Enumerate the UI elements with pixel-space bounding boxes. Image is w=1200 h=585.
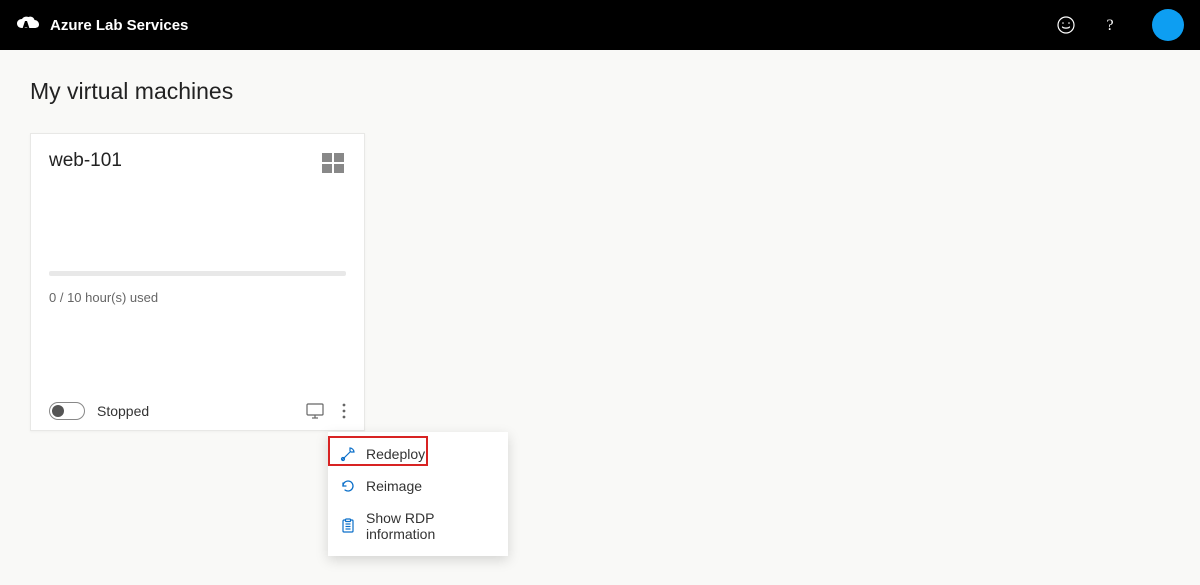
usage-text: 0 / 10 hour(s) used bbox=[49, 290, 346, 305]
feedback-icon[interactable] bbox=[1056, 15, 1076, 35]
menu-item-rdp-info[interactable]: Show RDP information bbox=[328, 502, 508, 550]
top-bar: Azure Lab Services ? bbox=[0, 0, 1200, 50]
brand: Azure Lab Services bbox=[16, 16, 188, 34]
usage-progress-bar bbox=[49, 271, 346, 276]
vm-card: web-101 0 / 10 hour(s) used Stopped bbox=[30, 133, 365, 431]
menu-item-redeploy[interactable]: Redeploy bbox=[328, 438, 508, 470]
clipboard-icon bbox=[340, 518, 356, 534]
azure-cloud-icon bbox=[16, 16, 40, 34]
power-toggle[interactable] bbox=[49, 402, 85, 420]
connect-icon[interactable] bbox=[306, 403, 324, 419]
windows-icon bbox=[320, 150, 346, 181]
vm-card-header: web-101 bbox=[49, 150, 346, 181]
menu-item-label: Redeploy bbox=[366, 446, 425, 462]
more-options-icon[interactable] bbox=[342, 403, 346, 419]
menu-item-label: Show RDP information bbox=[366, 510, 496, 542]
wrench-icon bbox=[340, 446, 356, 462]
vm-card-footer: Stopped bbox=[49, 394, 346, 420]
help-icon[interactable]: ? bbox=[1100, 15, 1120, 35]
menu-item-reimage[interactable]: Reimage bbox=[328, 470, 508, 502]
page-content: My virtual machines web-101 0 / 10 hour(… bbox=[0, 50, 1200, 459]
topbar-actions: ? bbox=[1056, 9, 1184, 41]
refresh-icon bbox=[340, 478, 356, 494]
vm-name: web-101 bbox=[49, 150, 122, 172]
vm-context-menu: Redeploy Reimage Show RDP information bbox=[328, 432, 508, 556]
brand-text: Azure Lab Services bbox=[50, 17, 188, 34]
vm-status: Stopped bbox=[97, 403, 149, 419]
user-avatar[interactable] bbox=[1152, 9, 1184, 41]
menu-item-label: Reimage bbox=[366, 478, 422, 494]
svg-text:?: ? bbox=[1106, 17, 1113, 34]
page-title: My virtual machines bbox=[30, 78, 1170, 105]
